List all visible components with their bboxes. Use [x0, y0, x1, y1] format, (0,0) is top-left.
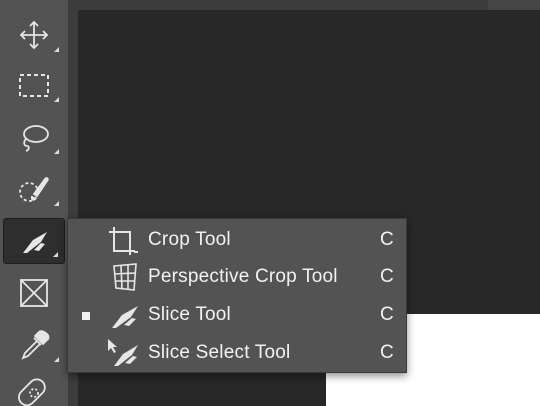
menu-item-slice-select-tool[interactable]: Slice Select Tool C	[68, 334, 406, 372]
menu-item-slice-tool[interactable]: Slice Tool C	[68, 296, 406, 334]
bandage-icon	[18, 378, 46, 406]
quick-selection-icon	[19, 177, 49, 202]
menu-item-shortcut: C	[380, 266, 394, 287]
tool-group-indicator	[54, 357, 59, 362]
slice-select-icon	[108, 339, 138, 366]
slice-icon	[23, 232, 47, 253]
healing-tool-button[interactable]	[3, 370, 65, 406]
slice-tool-button[interactable]	[3, 218, 65, 264]
menu-item-label: Perspective Crop Tool	[148, 266, 338, 287]
tool-group-indicator	[54, 201, 59, 206]
frame-icon	[20, 279, 48, 307]
menu-item-perspective-crop-tool[interactable]: Perspective Crop Tool C	[68, 258, 406, 296]
menu-item-shortcut: C	[380, 304, 394, 325]
marquee-icon	[19, 74, 49, 97]
tool-flyout-menu: Crop Tool C Perspective Crop Tool C Slic…	[67, 218, 407, 373]
tool-group-indicator	[53, 252, 58, 257]
eyedropper-tool-button[interactable]	[3, 322, 65, 368]
top-bar	[78, 0, 540, 10]
tool-group-indicator	[54, 47, 59, 52]
move-tool-button[interactable]	[3, 12, 65, 58]
slice-icon	[112, 306, 138, 328]
move-icon	[19, 20, 49, 50]
tool-group-indicator	[54, 97, 59, 102]
perspective-crop-icon	[113, 263, 137, 291]
selected-indicator	[82, 312, 90, 320]
frame-tool-button[interactable]	[3, 270, 65, 316]
menu-item-label: Slice Select Tool	[148, 342, 291, 363]
menu-item-crop-tool[interactable]: Crop Tool C	[68, 221, 406, 259]
tool-group-indicator	[54, 149, 59, 154]
marquee-tool-button[interactable]	[3, 62, 65, 108]
menu-item-shortcut: C	[380, 229, 394, 250]
menu-item-label: Slice Tool	[148, 304, 231, 325]
quick-selection-tool-button[interactable]	[3, 166, 65, 212]
eyedropper-icon	[21, 330, 50, 360]
crop-icon	[109, 227, 138, 255]
menu-item-label: Crop Tool	[148, 229, 231, 250]
menu-item-shortcut: C	[380, 342, 394, 363]
top-bar-segment	[488, 0, 540, 10]
lasso-tool-button[interactable]	[3, 114, 65, 160]
lasso-icon	[23, 125, 49, 152]
tools-panel	[0, 0, 68, 406]
photoshop-window: Crop Tool C Perspective Crop Tool C Slic…	[0, 0, 540, 406]
